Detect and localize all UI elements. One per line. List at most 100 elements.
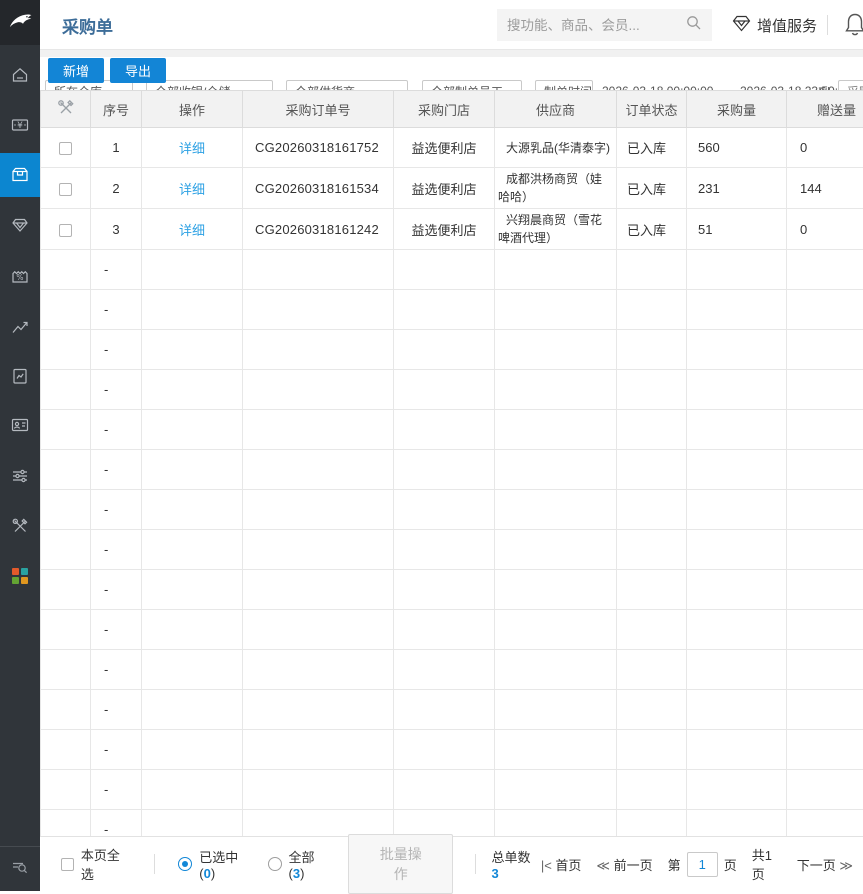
empty-table-row: -	[41, 610, 863, 650]
sidebar-item-report[interactable]	[0, 354, 40, 398]
empty-row-placeholder: -	[91, 690, 142, 730]
empty-table-row: -	[41, 650, 863, 690]
svg-text:%: %	[16, 273, 23, 282]
sidebar-item-settings[interactable]	[0, 454, 40, 498]
empty-table-row: -	[41, 730, 863, 770]
empty-row-placeholder: -	[91, 410, 142, 450]
header-action[interactable]: 操作	[142, 91, 243, 128]
empty-row-placeholder: -	[91, 490, 142, 530]
detail-link[interactable]: 详细	[179, 182, 205, 197]
sidebar-item-promotion[interactable]: %	[0, 255, 40, 299]
empty-row-placeholder: -	[91, 530, 142, 570]
first-page-button[interactable]: |< 首页	[541, 855, 582, 874]
order-table-body: 1详细CG20260318161752益选便利店大源乳品(华清泰字)已入库560…	[41, 128, 863, 850]
sidebar-item-cash[interactable]: ¥	[0, 103, 40, 147]
header-order-no[interactable]: 采购订单号	[243, 91, 394, 128]
table-row: 2详细CG20260318161534益选便利店成都洪杨商贸（娃哈哈）已入库23…	[41, 168, 863, 209]
global-search[interactable]	[497, 9, 712, 41]
sidebar-item-membership[interactable]	[0, 203, 40, 247]
sidebar-item-statistics[interactable]	[0, 305, 40, 349]
all-label: 全部(3)	[289, 847, 331, 881]
svg-text:¥: ¥	[17, 121, 23, 131]
empty-row-placeholder: -	[91, 450, 142, 490]
empty-row-placeholder: -	[91, 330, 142, 370]
all-radio[interactable]	[268, 857, 282, 871]
purchase-qty: 51	[687, 209, 787, 250]
order-number: CG20260318161242	[243, 209, 394, 250]
row-action-cell: 详细	[142, 128, 243, 168]
prev-page-button[interactable]: ≪ 前一页	[596, 855, 652, 874]
gem-icon	[10, 215, 30, 235]
row-checkbox[interactable]	[59, 142, 72, 155]
value-added-services-button[interactable]: 增值服务	[732, 0, 817, 50]
search-icon[interactable]	[686, 15, 702, 36]
tools-icon	[10, 516, 30, 536]
sidebar-item-staff[interactable]	[0, 403, 40, 447]
empty-table-row: -	[41, 490, 863, 530]
empty-table-row: -	[41, 330, 863, 370]
empty-row-placeholder: -	[91, 650, 142, 690]
detail-link[interactable]: 详细	[179, 141, 205, 156]
header-store[interactable]: 采购门店	[394, 91, 495, 128]
column-settings-header[interactable]	[41, 91, 91, 128]
purchase-store: 益选便利店	[394, 168, 495, 209]
package-icon	[10, 165, 30, 185]
header-divider	[827, 15, 828, 35]
batch-operation-button[interactable]: 批量操作	[348, 834, 453, 894]
page-number-input[interactable]	[687, 852, 718, 877]
table-row: 1详细CG20260318161752益选便利店大源乳品(华清泰字)已入库560…	[41, 128, 863, 168]
empty-table-row: -	[41, 250, 863, 290]
page-title: 采购单	[62, 13, 113, 38]
list-search-icon	[10, 857, 30, 882]
empty-table-row: -	[41, 690, 863, 730]
footer-bar: 本页全选 已选中(0) 全部(3) 批量操作 总单数 3 |< 首页 ≪ 前一页…	[40, 836, 863, 891]
app-logo[interactable]	[0, 0, 40, 45]
empty-row-placeholder: -	[91, 570, 142, 610]
sidebar-item-home[interactable]	[0, 53, 40, 97]
row-checkbox[interactable]	[59, 224, 72, 237]
export-button[interactable]: 导出	[110, 58, 166, 83]
header-index[interactable]: 序号	[91, 91, 142, 128]
order-status: 已入库	[617, 128, 687, 168]
select-all-checkbox[interactable]	[61, 858, 74, 871]
search-input[interactable]	[507, 18, 686, 33]
header-gift-qty[interactable]: 赠送量	[787, 91, 863, 128]
gift-qty: 0	[787, 209, 863, 250]
empty-table-row: -	[41, 290, 863, 330]
sidebar-item-goods[interactable]	[0, 153, 40, 197]
report-icon	[10, 366, 30, 386]
sidebar-item-tools[interactable]	[0, 504, 40, 548]
purchase-order-table: 序号 操作 采购订单号 采购门店 供应商 订单状态 采购量 赠送量 1 详细 CG2…	[40, 90, 863, 891]
id-card-icon	[10, 415, 30, 435]
empty-table-row: -	[41, 370, 863, 410]
cash-icon: ¥	[10, 115, 30, 135]
row-checkbox-cell	[41, 209, 91, 250]
row-index: 2	[91, 168, 142, 209]
selected-radio[interactable]	[178, 857, 192, 871]
row-checkbox-cell	[41, 128, 91, 168]
sidebar-item-app-market[interactable]	[0, 554, 40, 598]
row-checkbox[interactable]	[59, 183, 72, 196]
selected-label: 已选中(0)	[199, 847, 253, 881]
empty-row-placeholder: -	[91, 770, 142, 810]
empty-row-placeholder: -	[91, 610, 142, 650]
new-button[interactable]: 新增	[48, 58, 104, 83]
row-index: 1	[91, 128, 142, 168]
notification-bell-icon[interactable]	[843, 11, 863, 44]
purchase-store: 益选便利店	[394, 209, 495, 250]
sidebar-collapse-search[interactable]	[0, 846, 40, 891]
next-page-button[interactable]: 下一页 ≫	[797, 855, 853, 874]
header-supplier[interactable]: 供应商	[495, 91, 617, 128]
detail-link[interactable]: 详细	[179, 223, 205, 238]
empty-row-placeholder: -	[91, 730, 142, 770]
value-added-services-label: 增值服务	[757, 15, 817, 36]
gift-qty: 144	[787, 168, 863, 209]
pospal-leopard-logo-icon	[3, 1, 37, 44]
footer-divider	[475, 854, 476, 874]
footer-divider	[154, 854, 155, 874]
header-status[interactable]: 订单状态	[617, 91, 687, 128]
trend-chart-icon	[10, 317, 30, 337]
empty-row-placeholder: -	[91, 250, 142, 290]
empty-table-row: -	[41, 410, 863, 450]
header-purchase-qty[interactable]: 采购量	[687, 91, 787, 128]
